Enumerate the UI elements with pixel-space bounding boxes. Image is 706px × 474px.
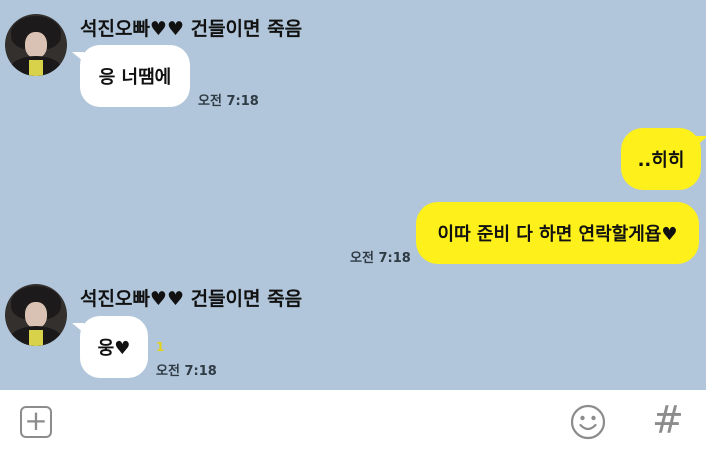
message-timestamp: 오전 7:18 (198, 94, 259, 109)
plus-icon[interactable]: + (20, 406, 52, 438)
unread-count: 1 (156, 340, 165, 354)
chat-area: 석진오빠♥♥ 건들이면 죽음 응 너땜에 오전 7:18 ..히히 오전 7:1… (0, 0, 706, 390)
message-bubble[interactable]: ..히히 (621, 128, 701, 190)
bubble-tail (696, 136, 706, 146)
message-bubble[interactable]: 웅♥ (80, 316, 148, 378)
message-bubble[interactable]: 이따 준비 다 하면 연락할게욥♥ (416, 202, 699, 264)
message-timestamp: 오전 7:18 (350, 251, 411, 266)
hash-icon[interactable]: # (652, 400, 684, 440)
avatar[interactable] (5, 14, 67, 76)
message-timestamp: 오전 7:18 (156, 364, 217, 379)
message-bubble[interactable]: 응 너땜에 (80, 45, 190, 107)
sender-name: 석진오빠♥♥ 건들이면 죽음 (80, 18, 303, 40)
sender-name: 석진오빠♥♥ 건들이면 죽음 (80, 288, 303, 310)
message-input-bar: + # (0, 390, 706, 474)
avatar[interactable] (5, 284, 67, 346)
smiley-icon[interactable] (570, 404, 606, 440)
